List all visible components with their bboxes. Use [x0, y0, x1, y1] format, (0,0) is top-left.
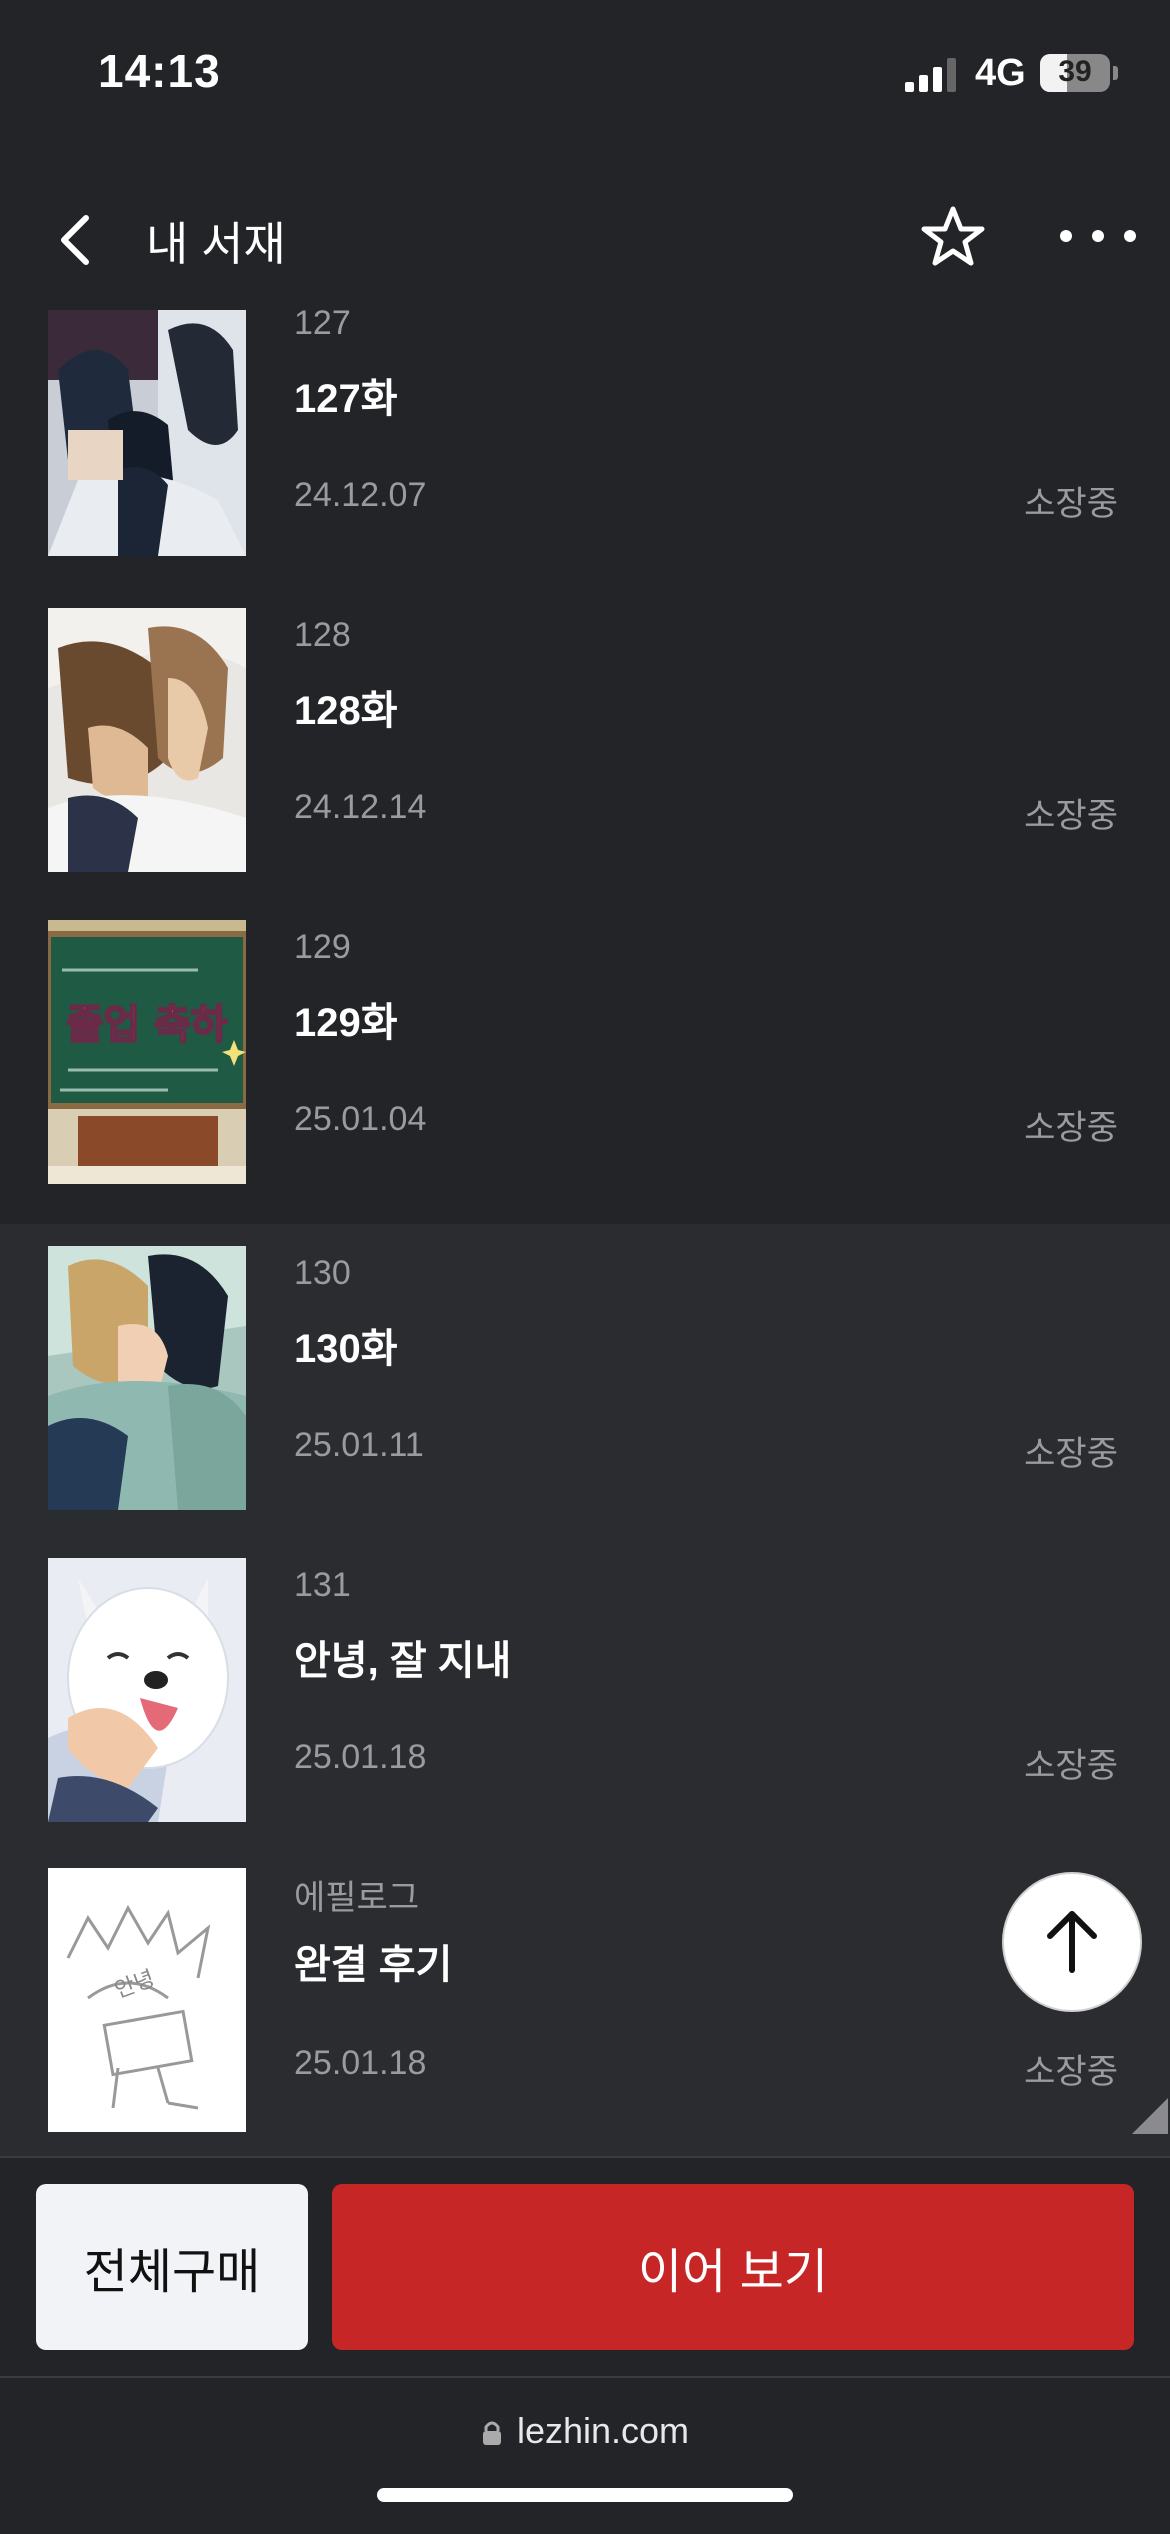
episode-title: 128화 — [294, 689, 398, 733]
chevron-left-icon[interactable] — [48, 208, 108, 272]
episode-number: 127 — [294, 304, 351, 342]
episode-title: 127화 — [294, 377, 398, 421]
owned-status: 소장중 — [1024, 1747, 1118, 1785]
scroll-to-top-button[interactable] — [1002, 1872, 1142, 2012]
more-horizontal-icon[interactable] — [1058, 218, 1138, 254]
url-display[interactable]: lezhin.com — [0, 2410, 1170, 2452]
episode-date: 24.12.07 — [294, 476, 427, 514]
episode-date: 25.01.18 — [294, 2044, 427, 2082]
star-outline-icon[interactable] — [920, 204, 986, 270]
owned-status: 소장중 — [1024, 485, 1118, 523]
episode-list: 127 127화 24.12.07 소장중 128 128화 24.12.14 … — [0, 290, 1170, 2160]
episode-number: 128 — [294, 616, 351, 654]
home-indicator — [377, 2488, 793, 2502]
url-text: lezhin.com — [516, 2410, 690, 2451]
app-header: 내 서재 — [0, 190, 1170, 290]
network-type: 4G — [975, 52, 1026, 94]
episode-row[interactable]: 130 130화 25.01.11 소장중 — [0, 1224, 1170, 1538]
page-title: 내 서재 — [146, 218, 286, 270]
owned-status: 소장중 — [1024, 1109, 1118, 1147]
lock-icon — [482, 2422, 501, 2446]
episode-number: 131 — [294, 1566, 351, 1604]
episode-title: 안녕, 잘 지내 — [294, 1639, 512, 1683]
episode-number: 130 — [294, 1254, 351, 1292]
owned-status: 소장중 — [1024, 797, 1118, 835]
episode-row[interactable]: 안녕 에필로그 완결 후기 25.01.18 소장중 — [0, 1850, 1170, 2160]
status-bar: 14:13 4G 39 — [0, 0, 1170, 150]
page-corner-indicator — [1132, 2098, 1168, 2134]
episode-row[interactable]: 128 128화 24.12.14 소장중 — [0, 600, 1170, 912]
episode-date: 25.01.18 — [294, 1738, 427, 1776]
thumb-text: 졸업 축하 — [66, 1002, 227, 1048]
status-time: 14:13 — [98, 45, 221, 97]
episode-date: 25.01.11 — [294, 1426, 424, 1464]
episode-title: 129화 — [294, 1001, 398, 1045]
battery-icon: 39 — [1040, 54, 1110, 92]
episode-title: 130화 — [294, 1327, 398, 1371]
episode-thumbnail — [48, 1246, 246, 1510]
episode-thumbnail — [48, 608, 246, 872]
episode-date: 24.12.14 — [294, 788, 427, 826]
episode-row[interactable]: 131 안녕, 잘 지내 25.01.18 소장중 — [0, 1538, 1170, 1850]
episode-thumbnail: 안녕 — [48, 1868, 246, 2132]
battery-level: 39 — [1058, 55, 1092, 88]
episode-thumbnail: 졸업 축하 — [48, 920, 246, 1184]
buy-all-button[interactable]: 전체구매 — [36, 2184, 308, 2350]
episode-row[interactable]: 127 127화 24.12.07 소장중 — [0, 290, 1170, 600]
owned-status: 소장중 — [1024, 2053, 1118, 2091]
episode-date: 25.01.04 — [294, 1100, 427, 1138]
battery-tip — [1113, 66, 1118, 80]
episode-row[interactable]: 졸업 축하 129 129화 25.01.04 소장중 — [0, 912, 1170, 1224]
episode-title: 완결 후기 — [294, 1943, 453, 1987]
owned-status: 소장중 — [1024, 1435, 1118, 1473]
bottom-action-bar: 전체구매 이어 보기 — [0, 2156, 1170, 2378]
browser-url-bar[interactable]: lezhin.com — [0, 2376, 1170, 2534]
episode-thumbnail — [48, 1558, 246, 1822]
episode-thumbnail — [48, 310, 246, 556]
continue-reading-button[interactable]: 이어 보기 — [332, 2184, 1134, 2350]
episode-number: 129 — [294, 928, 351, 966]
episode-number: 에필로그 — [294, 1879, 420, 1917]
arrow-up-icon — [1047, 1911, 1097, 1973]
cellular-signal-icon — [905, 58, 956, 92]
